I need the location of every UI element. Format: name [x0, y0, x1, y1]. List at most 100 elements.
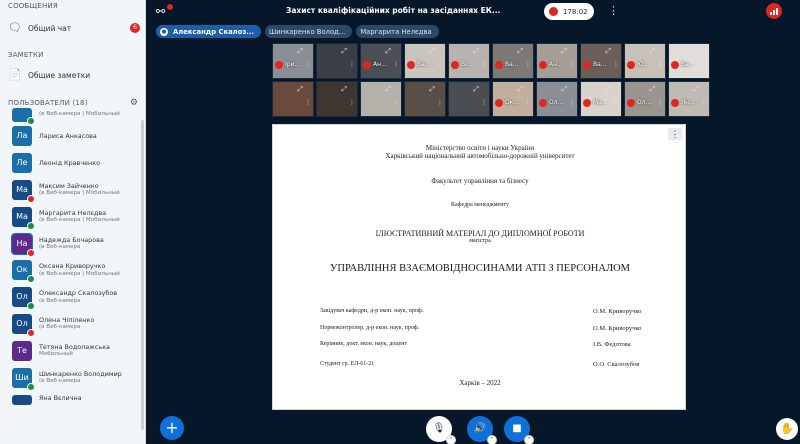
tile-menu-icon[interactable]: ⋮: [569, 61, 575, 68]
video-tile[interactable]: ⤢ ⋮: [448, 81, 490, 117]
fullscreen-icon[interactable]: ⤢: [429, 85, 435, 94]
talker-pill[interactable]: ● Александр Скалоз...: [156, 25, 262, 38]
fullscreen-icon[interactable]: ⤢: [693, 85, 699, 94]
notification-dot: [167, 4, 173, 10]
fullscreen-icon[interactable]: ⤢: [649, 47, 655, 56]
public-chat-item[interactable]: 🗨 Общий чат 6: [0, 17, 145, 39]
fullscreen-icon[interactable]: ⤢: [605, 47, 611, 56]
tile-menu-icon[interactable]: ⋮: [349, 61, 355, 68]
public-chat-label: Общий чат: [28, 23, 72, 33]
user-item[interactable]: Ле Леонід Кравченко: [0, 150, 145, 177]
fullscreen-icon[interactable]: ⤢: [561, 47, 567, 56]
tile-menu-icon[interactable]: ⋮: [481, 61, 487, 68]
options-menu-icon[interactable]: ⋮: [608, 4, 619, 18]
audio-button[interactable]: 🔊 ˄: [467, 416, 497, 444]
fullscreen-icon[interactable]: ⤢: [693, 47, 699, 56]
mute-mic-button[interactable]: 🎙 ˄: [426, 416, 456, 444]
video-tile[interactable]: ⤢ Ан... ⋮: [536, 43, 578, 79]
chevron-up-icon[interactable]: ˄: [487, 435, 497, 444]
video-tile[interactable]: ⤢ Ю... ⋮: [624, 43, 666, 79]
camera-button[interactable]: ■ ˄: [504, 416, 534, 444]
video-tile[interactable]: ⤢ Ві... ⋮: [448, 43, 490, 79]
slide-options-icon[interactable]: ⋮: [668, 128, 682, 140]
users-toggle-icon[interactable]: ⚯: [156, 4, 173, 19]
tile-menu-icon[interactable]: ⋮: [657, 61, 663, 68]
user-item[interactable]: На Надежда Бочарова (в Веб-камера: [0, 230, 145, 257]
tile-menu-icon[interactable]: ⋮: [613, 99, 619, 106]
video-tile[interactable]: ⤢ Іри... ⋮: [272, 43, 314, 79]
fullscreen-icon[interactable]: ⤢: [605, 85, 611, 94]
tile-menu-icon[interactable]: ⋮: [525, 99, 531, 106]
fullscreen-icon[interactable]: ⤢: [429, 47, 435, 56]
recording-time: 178:02: [563, 7, 588, 16]
sidebar: СООБЩЕНИЯ 🗨 Общий чат 6 ЗАМЕТКИ 📄 Общие …: [0, 0, 146, 444]
user-item[interactable]: Ма Маргарита Нелєдва (в Веб-камера | Моби…: [0, 203, 145, 230]
video-tile[interactable]: ⤢ Ол... ⋮: [536, 81, 578, 117]
fullscreen-icon[interactable]: ⤢: [517, 85, 523, 94]
user-item[interactable]: Ма Максим Зайченко (в Веб-камера | Мобиль…: [0, 177, 145, 204]
user-item[interactable]: Ол Олександр Скалозубов (в Веб-камера: [0, 284, 145, 311]
tile-menu-icon[interactable]: ⋮: [701, 99, 707, 106]
chevron-up-icon[interactable]: ˄: [446, 435, 456, 444]
fullscreen-icon[interactable]: ⤢: [297, 47, 303, 56]
video-tile[interactable]: ⤢ Ма... ⋮: [580, 81, 622, 117]
mic-muted-icon: [539, 99, 547, 107]
tile-menu-icon[interactable]: ⋮: [305, 61, 311, 68]
tile-menu-icon[interactable]: ⋮: [613, 61, 619, 68]
user-item[interactable]: Ши Шинкаренко Володимир (в Веб-камера: [0, 364, 145, 391]
talker-name: Маргарита Нелєдва: [360, 27, 432, 36]
tile-menu-icon[interactable]: ⋮: [481, 99, 487, 106]
tile-menu-icon[interactable]: ⋮: [393, 99, 399, 106]
fullscreen-icon[interactable]: ⤢: [561, 85, 567, 94]
actions-button[interactable]: +: [160, 416, 184, 440]
mic-icon: ●: [160, 27, 168, 36]
slide-role: Студент гр. ЕЛ-61-21: [320, 361, 375, 367]
tile-menu-icon[interactable]: ⋮: [657, 99, 663, 106]
shared-notes-item[interactable]: 📄 Общие заметки: [0, 64, 145, 86]
video-tile[interactable]: ⤢ Ан... ⋮: [360, 43, 402, 79]
tile-menu-icon[interactable]: ⋮: [305, 99, 311, 106]
video-tile[interactable]: ⤢ Ва... ⋮: [404, 43, 446, 79]
fullscreen-icon[interactable]: ⤢: [473, 47, 479, 56]
video-tile[interactable]: ⤢ Ва... ⋮: [668, 43, 710, 79]
chevron-up-icon[interactable]: ˄: [524, 435, 534, 444]
video-tile[interactable]: ⤢ Ва... ⋮: [580, 43, 622, 79]
fullscreen-icon[interactable]: ⤢: [385, 47, 391, 56]
user-item[interactable]: Ок Оксана Криворучко (в Веб-камера | Моби…: [0, 257, 145, 284]
tile-menu-icon[interactable]: ⋮: [569, 99, 575, 106]
tile-menu-icon[interactable]: ⋮: [525, 61, 531, 68]
video-tile[interactable]: ⤢ ⋮: [272, 81, 314, 117]
connection-status-icon[interactable]: [766, 3, 782, 19]
video-tile[interactable]: ⤢ ⋮: [316, 81, 358, 117]
user-item[interactable]: Яна Вєлична: [0, 391, 145, 405]
sidebar-scrollbar[interactable]: [141, 120, 144, 430]
user-item[interactable]: Те Тетяна Водолажська Мобильный: [0, 337, 145, 364]
user-item[interactable]: Ла Лариса Анкасова: [0, 123, 145, 150]
fullscreen-icon[interactable]: ⤢: [517, 47, 523, 56]
talker-pill[interactable]: Шинкаренко Волод...: [265, 25, 353, 38]
raise-hand-button[interactable]: ✋: [776, 418, 798, 440]
user-list: (в Веб-камера | Мобильный Ла Лариса Анка…: [0, 107, 145, 405]
fullscreen-icon[interactable]: ⤢: [649, 85, 655, 94]
fullscreen-icon[interactable]: ⤢: [473, 85, 479, 94]
video-tile[interactable]: ⤢ Ва... ⋮: [492, 43, 534, 79]
tile-menu-icon[interactable]: ⋮: [701, 61, 707, 68]
video-tile[interactable]: ⤢ ⋮: [404, 81, 446, 117]
fullscreen-icon[interactable]: ⤢: [297, 85, 303, 94]
fullscreen-icon[interactable]: ⤢: [385, 85, 391, 94]
video-tile[interactable]: ⤢ ⋮: [316, 43, 358, 79]
video-tile[interactable]: ⤢ ⋮: [360, 81, 402, 117]
video-tile[interactable]: ⤢ Ян... ⋮: [668, 81, 710, 117]
tile-menu-icon[interactable]: ⋮: [349, 99, 355, 106]
video-tile[interactable]: ⤢ Ок... ⋮: [492, 81, 534, 117]
fullscreen-icon[interactable]: ⤢: [341, 85, 347, 94]
tile-menu-icon[interactable]: ⋮: [437, 61, 443, 68]
user-item[interactable]: Ол Олена Чіпіленко (в Веб-камера: [0, 311, 145, 338]
talker-pill[interactable]: Маргарита Нелєдва: [356, 25, 439, 38]
tile-menu-icon[interactable]: ⋮: [393, 61, 399, 68]
user-item[interactable]: (в Веб-камера | Мобильный: [0, 106, 145, 125]
tile-menu-icon[interactable]: ⋮: [437, 99, 443, 106]
video-tile[interactable]: ⤢ Ол... ⋮: [624, 81, 666, 117]
recording-indicator[interactable]: 178:02: [544, 3, 594, 20]
fullscreen-icon[interactable]: ⤢: [341, 47, 347, 56]
